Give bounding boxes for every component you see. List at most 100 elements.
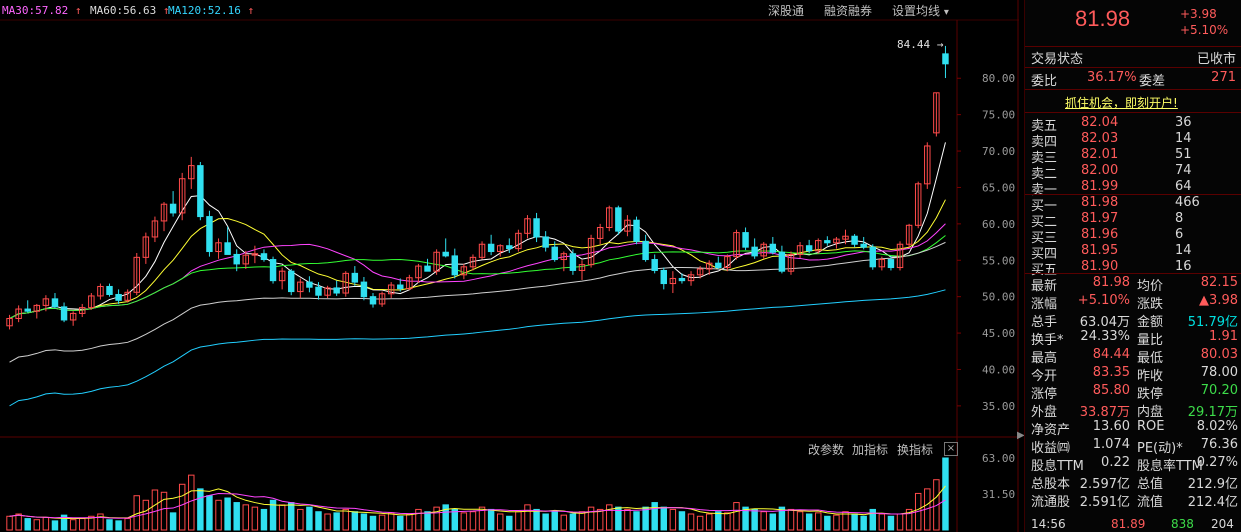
panel-collapse-handle[interactable]: ▶ <box>1017 430 1025 444</box>
stat-value: 13.60 <box>1092 419 1130 434</box>
stat-label: 总手 <box>1031 315 1058 330</box>
ask-volume: 14 <box>1175 131 1192 146</box>
ask-price: 82.00 <box>1081 163 1119 178</box>
volume-bar <box>69 519 77 531</box>
stat-row: 今开 83.35 昨收 78.00 <box>1025 365 1241 384</box>
candle-body <box>233 253 240 265</box>
volume-bar <box>288 502 295 531</box>
volume-bar <box>596 508 604 531</box>
volume-bar <box>751 508 758 531</box>
stat-label: ROE <box>1137 419 1165 434</box>
volume-bar <box>787 508 795 531</box>
stat-value: 2.597亿 <box>1079 477 1130 492</box>
link-shenzhen-connect[interactable]: 深股通 <box>768 2 804 19</box>
volume-bar <box>624 508 631 531</box>
stat-row: 总股本 2.597亿 总值 212.9亿 <box>1025 473 1241 492</box>
kline-chart-area[interactable]: 80.00 75.00 70.00 65.00 60.00 55.00 50.00 45.00… <box>0 0 1019 532</box>
price-axis-label: 75.00 <box>982 109 1015 122</box>
open-account-link[interactable]: 抓住机会，即刻开户! <box>1065 94 1178 111</box>
volume-bar <box>833 514 840 531</box>
candle-body <box>660 269 668 285</box>
volume-bar <box>642 506 649 531</box>
candle-body <box>533 218 540 238</box>
stat-label: 跌停 <box>1137 387 1164 402</box>
status-value: 已收市 <box>1196 52 1236 67</box>
volume-bar <box>233 502 240 531</box>
candle-body <box>315 286 322 296</box>
change-percent: +5.10% <box>1180 23 1229 37</box>
volume-bar <box>369 515 377 531</box>
candle-body <box>288 270 295 293</box>
bid-price: 81.96 <box>1081 227 1119 242</box>
stat-value: 80.03 <box>1200 347 1238 362</box>
volume-bar <box>824 515 831 531</box>
candle-body <box>369 296 377 305</box>
candle-body <box>197 165 204 218</box>
volume-bar <box>206 495 213 531</box>
volume-bar <box>860 515 867 531</box>
candle-body <box>351 272 359 283</box>
divider <box>1025 46 1241 47</box>
volume-bar <box>24 518 31 531</box>
divider <box>1025 89 1241 90</box>
volume-bar <box>724 512 731 531</box>
stat-label: 量比 <box>1137 333 1164 348</box>
bid-volume: 466 <box>1175 195 1200 210</box>
ma-settings-button[interactable]: 设置均线 ▾ <box>892 2 949 19</box>
stat-label: 今开 <box>1031 369 1058 384</box>
stat-value: 212.4亿 <box>1187 495 1238 510</box>
volume-bar <box>33 519 41 531</box>
edit-params-button[interactable]: 改参数 <box>808 441 844 458</box>
candle-body <box>424 265 431 272</box>
volume-bar <box>342 508 349 531</box>
stat-label: 最低 <box>1137 351 1164 366</box>
candle-body <box>642 240 649 261</box>
volume-bar <box>151 489 159 531</box>
stat-label: 涨停 <box>1031 387 1058 402</box>
stat-value: 76.36 <box>1200 437 1238 452</box>
volume-bar <box>633 511 640 531</box>
volume-bar <box>851 513 858 531</box>
close-indicator-icon[interactable]: × <box>944 442 958 456</box>
candle-body <box>333 287 340 294</box>
volume-bar <box>887 515 895 531</box>
stat-label: 换手* <box>1031 333 1064 348</box>
ask-price: 82.03 <box>1081 131 1119 146</box>
candle-body <box>206 216 213 253</box>
volume-bar <box>160 491 168 531</box>
volume-bar <box>197 488 204 531</box>
candle-body <box>633 219 640 242</box>
link-margin-trading[interactable]: 融资融券 <box>824 2 872 19</box>
add-indicator-button[interactable]: 加指标 <box>852 441 888 458</box>
volume-bar <box>587 506 595 531</box>
volume-bar <box>560 514 568 531</box>
volume-bar <box>297 508 304 531</box>
price-axis-label: 60.00 <box>982 218 1015 231</box>
volume-bar <box>896 513 904 531</box>
volume-bar <box>705 513 713 531</box>
switch-indicator-button[interactable]: 换指标 <box>897 441 933 458</box>
price-axis-label: 50.00 <box>982 291 1015 304</box>
candle-body <box>569 253 577 271</box>
ratio-label: 委比 <box>1031 74 1058 89</box>
volume-bar <box>387 512 395 531</box>
tick-footer: 14:56 81.89 838 204 <box>1025 516 1241 532</box>
candle-body <box>260 253 268 261</box>
volume-bar <box>460 512 468 531</box>
candle-body <box>397 284 404 290</box>
volume-bar <box>51 520 59 531</box>
ask-price: 82.04 <box>1081 115 1119 130</box>
volume-bar <box>569 513 577 531</box>
volume-bar <box>169 512 177 531</box>
bid-price: 81.95 <box>1081 243 1119 258</box>
volume-bar <box>878 513 886 531</box>
ma30-arrow-icon: ↑ <box>74 4 82 17</box>
ask-volume: 51 <box>1175 147 1192 162</box>
ma60-label: MA60:56.63 <box>90 4 157 17</box>
trading-status-row: 交易状态 已收市 <box>1025 48 1241 67</box>
stat-row: 外盘 33.87万 内盘 29.17万 <box>1025 401 1241 420</box>
ma5-line <box>9 142 946 319</box>
candle-body <box>887 259 895 269</box>
divider <box>1025 67 1241 68</box>
ma20-line <box>9 223 946 319</box>
